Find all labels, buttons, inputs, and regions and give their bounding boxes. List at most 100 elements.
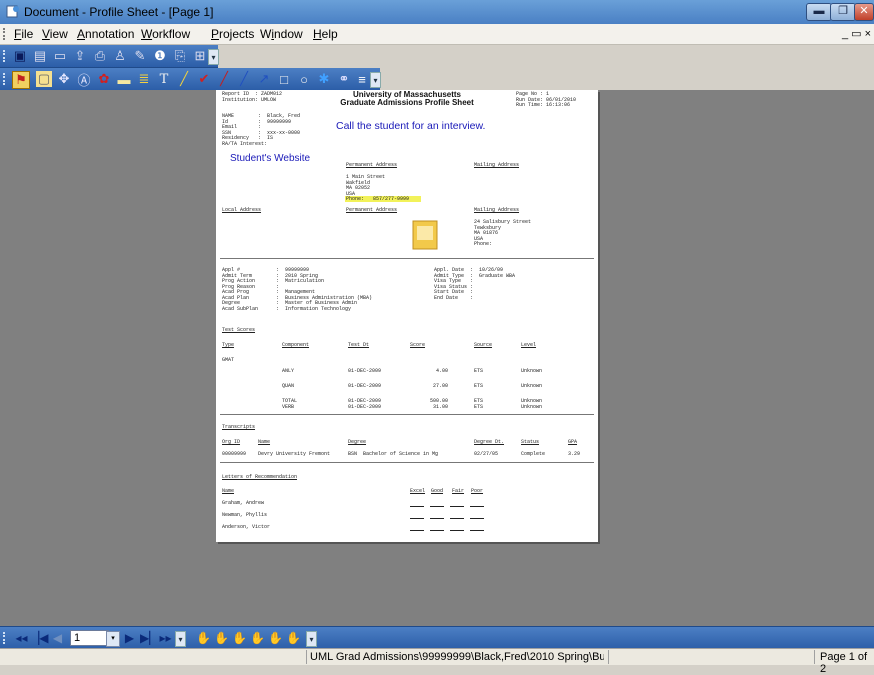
mdi-controls[interactable]: _ ▭ ×	[842, 27, 871, 40]
next-document-icon[interactable]: ▸▸	[158, 630, 173, 646]
transcripts-title: Transcripts	[222, 424, 256, 430]
menu-help[interactable]: Help	[313, 27, 338, 41]
rotate-icon[interactable]: ✋	[250, 630, 265, 646]
trans-header-degree-date: Degree Dt.	[474, 439, 505, 445]
rectangle-icon[interactable]: □	[276, 71, 292, 87]
fit-width-icon[interactable]: ✋	[268, 630, 283, 646]
first-document-icon[interactable]: ◂◂	[14, 630, 29, 646]
trans-header-gpa: GPA	[568, 439, 578, 445]
zoom-out-icon[interactable]: ✋	[232, 630, 247, 646]
test-header-level: Level	[521, 342, 537, 348]
last-page-icon[interactable]: ▶▏	[140, 630, 158, 646]
program-values: : 99999999 : 2010 Spring : Matriculation…	[276, 267, 373, 312]
first-page-icon[interactable]: ▕◀	[30, 630, 48, 646]
menu-projects[interactable]: Projects	[211, 27, 254, 41]
next-page-icon[interactable]: ▶	[122, 630, 137, 646]
highlight-icon[interactable]: ▢	[36, 71, 52, 87]
select-text-icon[interactable]: Ⓐ	[76, 71, 92, 88]
page-dropdown-button[interactable]: ▾	[106, 631, 120, 647]
fit-page-icon[interactable]: ✋	[286, 630, 301, 646]
perm-address: 1 Main Street Wakfield MA 02052 USA	[346, 174, 386, 197]
window-title: Document - Profile Sheet - [Page 1]	[24, 5, 214, 19]
toolbar-options-chevron[interactable]: ▾	[370, 72, 381, 88]
toolbar-grip[interactable]	[3, 632, 8, 644]
menu-file[interactable]: File	[14, 27, 33, 41]
file-toolbar: ▣ ▤ ▭ ⇪ ⎙ ♙ ✎ ❶ ⎘ ⊞ ▾	[0, 45, 219, 68]
close-button[interactable]: ✕	[854, 3, 874, 21]
test-header-score: Score	[410, 342, 426, 348]
stamp-icon[interactable]: ✿	[96, 71, 112, 87]
status-bar: UML Grad Admissions\99999999\Black,Fred\…	[0, 648, 874, 675]
line-icon[interactable]: ╱	[236, 71, 252, 87]
minimize-button[interactable]: ▬	[806, 3, 832, 21]
test-type: GMAT	[222, 357, 235, 363]
toolbar-options-chevron[interactable]: ▾	[306, 631, 317, 647]
sticky-note-icon[interactable]: ≣	[136, 71, 152, 87]
text-icon[interactable]: T	[156, 71, 172, 87]
menu-workflow[interactable]: Workflow	[141, 27, 190, 41]
institution: Institution: UMLOW	[222, 96, 277, 103]
toolbar-options-chevron[interactable]: ▾	[175, 631, 186, 647]
letters-title: Letters of Recommendation	[222, 474, 298, 480]
properties-icon[interactable]: ♙	[112, 48, 128, 64]
restore-button[interactable]: ❐	[830, 3, 856, 21]
document-viewer[interactable]: Report ID : ZADM012 Institution: UMLOW U…	[0, 90, 874, 626]
menu-grip[interactable]	[3, 28, 8, 40]
menu-window[interactable]: Window	[260, 27, 303, 41]
edit-icon[interactable]: ✎	[132, 48, 148, 64]
program-labels: Appl # Admit Term Prog Action Prog Reaso…	[222, 267, 259, 312]
pan-icon[interactable]: ✥	[56, 71, 72, 87]
zoom-in-icon[interactable]: ✋	[214, 630, 229, 646]
interview-note-annotation[interactable]: Call the student for an interview.	[336, 121, 485, 131]
test-scores-title: Test Scores	[222, 327, 256, 333]
print-icon[interactable]: ⎙	[92, 48, 108, 64]
letters-name-header: Name	[222, 488, 235, 494]
ellipse-icon[interactable]: ○	[296, 71, 312, 87]
toolbar-options-chevron[interactable]: ▾	[208, 49, 219, 65]
application-values: : 10/26/09 : Graduate WBA : : : :	[470, 267, 516, 301]
add-icon[interactable]: ⊞	[192, 48, 208, 64]
list-icon[interactable]: ≡	[354, 71, 370, 87]
export-icon[interactable]: ⎘	[172, 48, 188, 64]
link-icon[interactable]: ⚭	[336, 71, 352, 87]
highlighter-icon[interactable]: ╱	[176, 71, 192, 87]
pen-icon[interactable]: ╱	[216, 71, 232, 87]
upload-icon[interactable]: ⇪	[72, 48, 88, 64]
title-bar: Document - Profile Sheet - [Page 1] ▬ ❐ …	[0, 0, 874, 24]
app-icon	[6, 5, 19, 18]
annotation-toolbar: ⚑ ▢ ✥ Ⓐ ✿ ▬ ≣ T ╱ ✔ ╱ ╱ ↗ □ ○ ✱ ⚭ ≡ ▾	[0, 68, 381, 91]
run-time: Run Time: 16:13:06	[516, 102, 571, 108]
rating-header-excel: Excel	[410, 488, 426, 494]
info-icon[interactable]: ❶	[152, 48, 168, 64]
redact-icon[interactable]: ▬	[116, 71, 132, 87]
document-subheading: Graduate Admissions Profile Sheet	[340, 98, 474, 107]
website-link-annotation[interactable]: Student's Website	[230, 154, 310, 163]
document-page[interactable]: Report ID : ZADM012 Institution: UMLOW U…	[216, 90, 598, 542]
menu-bar: File View Annotation Workflow Projects W…	[0, 24, 874, 45]
hotspot-icon[interactable]: ✱	[316, 71, 332, 87]
test-header-component: Component	[282, 342, 310, 348]
trans-header-status: Status	[521, 439, 540, 445]
rating-header-fair: Fair	[452, 488, 465, 494]
test-header-type: Type	[222, 342, 235, 348]
menu-annotation[interactable]: Annotation	[77, 27, 134, 41]
zoom-fit-icon[interactable]: ✋	[196, 630, 211, 646]
perm-address-header: Permanent Address	[346, 162, 398, 168]
toolbar-grip[interactable]	[3, 73, 8, 85]
arrow-icon[interactable]: ↗	[256, 71, 272, 87]
open-icon[interactable]: ▤	[32, 48, 48, 64]
page-number-input[interactable]: 1	[70, 630, 109, 646]
save-icon[interactable]: ▣	[12, 48, 28, 64]
perm-address-header-2: Permanent Address	[346, 207, 398, 213]
note-icon[interactable]: ⚑	[12, 71, 30, 89]
menu-view[interactable]: View	[42, 27, 68, 41]
checkmark-icon[interactable]: ✔	[196, 71, 212, 87]
previous-page-icon[interactable]: ◀	[50, 630, 65, 646]
toolbar-grip[interactable]	[3, 50, 8, 62]
rating-header-poor: Poor	[471, 488, 484, 494]
scan-icon[interactable]: ▭	[52, 48, 68, 64]
sticky-note-icon[interactable]	[412, 220, 438, 250]
page-navigation-bar: ◂◂ ▕◀ ◀ 1 ▾ ▶ ▶▏ ▸▸ ▾ ✋ ✋ ✋ ✋ ✋ ✋ ▾	[0, 626, 874, 649]
local-address-header: Local Address	[222, 207, 262, 213]
phone: Phone: 857/277-9999	[346, 196, 410, 202]
